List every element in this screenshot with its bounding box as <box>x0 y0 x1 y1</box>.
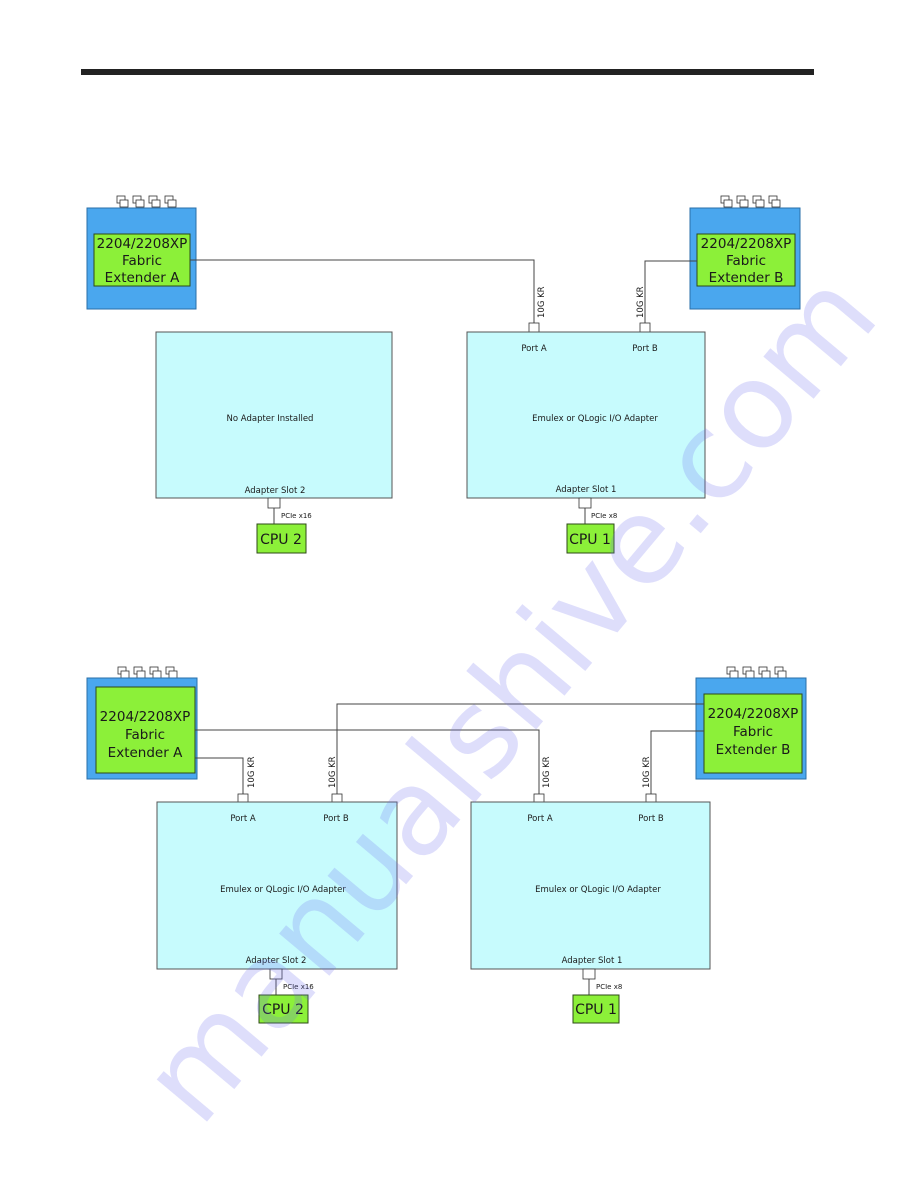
port-connector <box>639 322 651 333</box>
cpu-label: CPU 1 <box>575 1002 617 1018</box>
fex-a-line-1: 2204/2208XP <box>100 709 191 725</box>
fex-a-line-2: Fabric <box>122 253 162 269</box>
fex-b-line-1: 2204/2208XP <box>708 706 799 722</box>
link-fex-a-slot1-port-a <box>190 259 535 323</box>
port-a-label: Port A <box>521 344 547 354</box>
link-fex-a-slot2-port-a <box>195 757 244 794</box>
fex-b-line-2: Fabric <box>726 253 766 269</box>
adapter-slot-2: No Adapter Installed Adapter Slot 2 PCIe… <box>155 331 393 554</box>
port-a-label: Port A <box>230 814 256 824</box>
fex-b-line-1: 2204/2208XP <box>701 236 792 252</box>
adapter-name: Emulex or QLogic I/O Adapter <box>532 414 658 424</box>
fex-a-line-1: 2204/2208XP <box>97 236 188 252</box>
fabric-extender-b: 2204/2208XP Fabric Extender B <box>695 666 807 780</box>
link-label: 10G KR <box>537 286 547 318</box>
link-label: 10G KR <box>328 756 338 788</box>
fabric-extender-a: 2204/2208XP Fabric Extender A <box>86 666 198 780</box>
fex-b-line-3: Extender B <box>716 742 791 758</box>
fex-port-icons <box>116 195 177 208</box>
diagram-canvas: 2204/2208XP Fabric Extender A 2204/2208X… <box>81 69 904 1149</box>
fex-a-line-2: Fabric <box>125 727 165 743</box>
link-label: 10G KR <box>636 286 646 318</box>
adapter-slot-label: Adapter Slot 2 <box>245 486 306 496</box>
adapter-name: No Adapter Installed <box>227 414 314 424</box>
cpu-label: CPU 2 <box>260 532 302 548</box>
fex-port-icons <box>726 666 787 679</box>
port-b-label: Port B <box>632 344 658 354</box>
adapter-slot-label: Adapter Slot 1 <box>562 956 623 966</box>
adapter-slot-1: Port A Port B Emulex or QLogic I/O Adapt… <box>470 801 711 1024</box>
fex-a-line-3: Extender A <box>105 270 180 286</box>
fex-b-line-2: Fabric <box>733 724 773 740</box>
link-fex-b-slot1-port-b <box>644 260 697 323</box>
port-b-label: Port B <box>638 814 664 824</box>
link-label: 10G KR <box>247 756 257 788</box>
link-label: 10G KR <box>642 756 652 788</box>
fex-port-icons <box>117 666 178 679</box>
fabric-extender-a: 2204/2208XP Fabric Extender A <box>86 195 197 310</box>
adapter-name: Emulex or QLogic I/O Adapter <box>535 885 661 895</box>
pcie-connector <box>267 497 281 509</box>
pcie-connector <box>582 968 596 980</box>
header-rule <box>81 69 814 75</box>
fex-port-icons <box>720 195 781 208</box>
pcie-label: PCIe x8 <box>596 983 622 991</box>
pcie-label: PCIe x16 <box>281 512 312 520</box>
port-connector <box>528 322 540 333</box>
fex-a-line-3: Extender A <box>108 745 183 761</box>
port-a-label: Port A <box>527 814 553 824</box>
